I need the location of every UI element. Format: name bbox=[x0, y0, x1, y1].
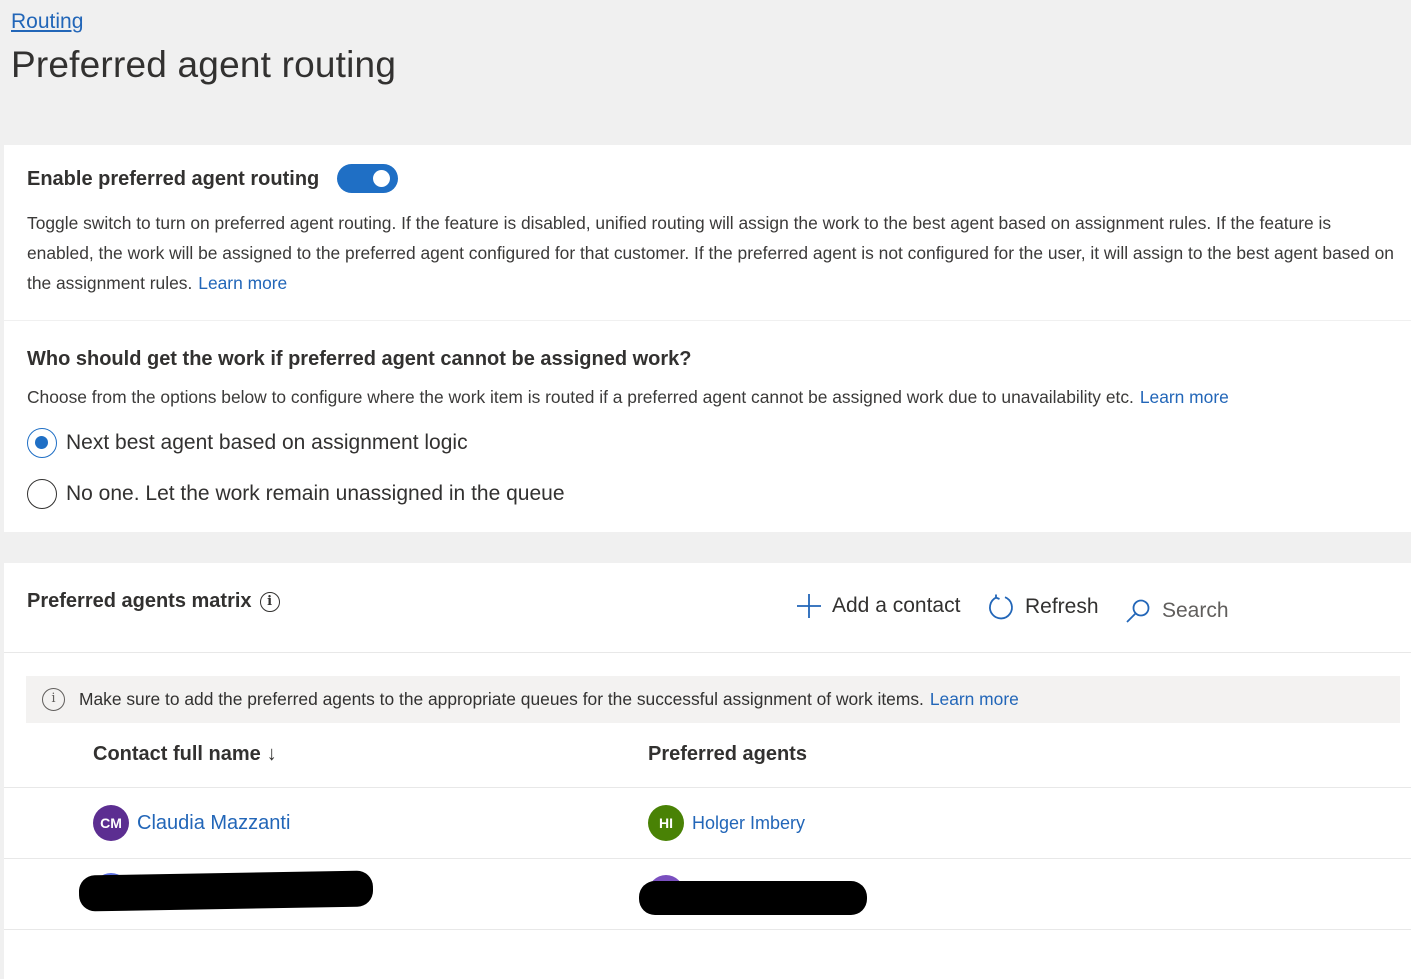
fallback-section: Who should get the work if preferred age… bbox=[4, 321, 1411, 532]
search-input[interactable] bbox=[1162, 599, 1362, 623]
page-title: Preferred agent routing bbox=[11, 44, 397, 85]
info-banner: i Make sure to add the preferred agents … bbox=[26, 676, 1400, 723]
agent-name-link[interactable]: Holger Imbery bbox=[692, 813, 805, 834]
fallback-description-text: Choose from the options below to configu… bbox=[27, 387, 1134, 407]
matrix-title: Preferred agents matrix i bbox=[27, 590, 280, 613]
info-icon[interactable]: i bbox=[259, 591, 280, 612]
row-divider bbox=[4, 929, 1411, 930]
search-box[interactable] bbox=[1124, 597, 1362, 625]
enable-toggle-switch[interactable] bbox=[337, 164, 398, 193]
contact-name-link[interactable]: Claudia Mazzanti bbox=[137, 812, 290, 835]
radio-dot bbox=[35, 436, 48, 449]
enable-learn-more-link[interactable]: Learn more bbox=[198, 273, 287, 293]
toggle-knob bbox=[373, 170, 390, 187]
add-contact-button[interactable]: Add a contact bbox=[796, 593, 960, 619]
radio-option-no-one[interactable]: No one. Let the work remain unassigned i… bbox=[27, 479, 565, 509]
row-divider bbox=[4, 858, 1411, 859]
contact-cell[interactable]: CM Claudia Mazzanti bbox=[93, 805, 290, 841]
matrix-section: Preferred agents matrix i Add a contact … bbox=[4, 563, 1411, 979]
redaction-mark bbox=[639, 881, 867, 915]
radio-label: Next best agent based on assignment logi… bbox=[66, 431, 468, 454]
contact-avatar: CM bbox=[93, 805, 129, 841]
column-header-label: Contact full name bbox=[93, 743, 261, 765]
refresh-label: Refresh bbox=[1025, 595, 1099, 618]
radio-button-checked[interactable] bbox=[27, 428, 57, 458]
banner-info-icon: i bbox=[42, 688, 65, 711]
fallback-learn-more-link[interactable]: Learn more bbox=[1140, 387, 1229, 407]
plus-icon bbox=[797, 594, 821, 618]
radio-label: No one. Let the work remain unassigned i… bbox=[66, 482, 565, 505]
agent-avatar: HI bbox=[648, 805, 684, 841]
breadcrumb-routing-link[interactable]: Routing bbox=[11, 10, 83, 34]
fallback-title: Who should get the work if preferred age… bbox=[27, 348, 692, 370]
refresh-button[interactable]: Refresh bbox=[987, 593, 1099, 621]
fallback-description: Choose from the options below to configu… bbox=[27, 387, 1229, 408]
toolbar-divider bbox=[4, 652, 1411, 653]
radio-button-unchecked[interactable] bbox=[27, 479, 57, 509]
refresh-icon bbox=[989, 594, 1013, 620]
add-contact-label: Add a contact bbox=[832, 594, 961, 617]
banner-learn-more-link[interactable]: Learn more bbox=[930, 689, 1019, 710]
enable-description: Toggle switch to turn on preferred agent… bbox=[27, 208, 1397, 298]
agent-cell[interactable]: HI Holger Imbery bbox=[648, 805, 805, 841]
column-header-label: Preferred agents bbox=[648, 743, 807, 765]
enable-section: Enable preferred agent routing Toggle sw… bbox=[4, 145, 1411, 320]
sort-descending-icon: ↓ bbox=[266, 743, 277, 765]
header-divider bbox=[4, 787, 1411, 788]
column-header-preferred-agents[interactable]: Preferred agents bbox=[648, 743, 807, 766]
matrix-title-text: Preferred agents matrix bbox=[27, 590, 252, 612]
search-icon bbox=[1126, 599, 1150, 623]
redaction-mark bbox=[78, 870, 374, 912]
banner-text: Make sure to add the preferred agents to… bbox=[79, 689, 924, 709]
column-header-contact-full-name[interactable]: Contact full name ↓ bbox=[93, 743, 277, 766]
radio-option-next-best-agent[interactable]: Next best agent based on assignment logi… bbox=[27, 428, 468, 458]
enable-toggle-title: Enable preferred agent routing bbox=[27, 168, 320, 190]
